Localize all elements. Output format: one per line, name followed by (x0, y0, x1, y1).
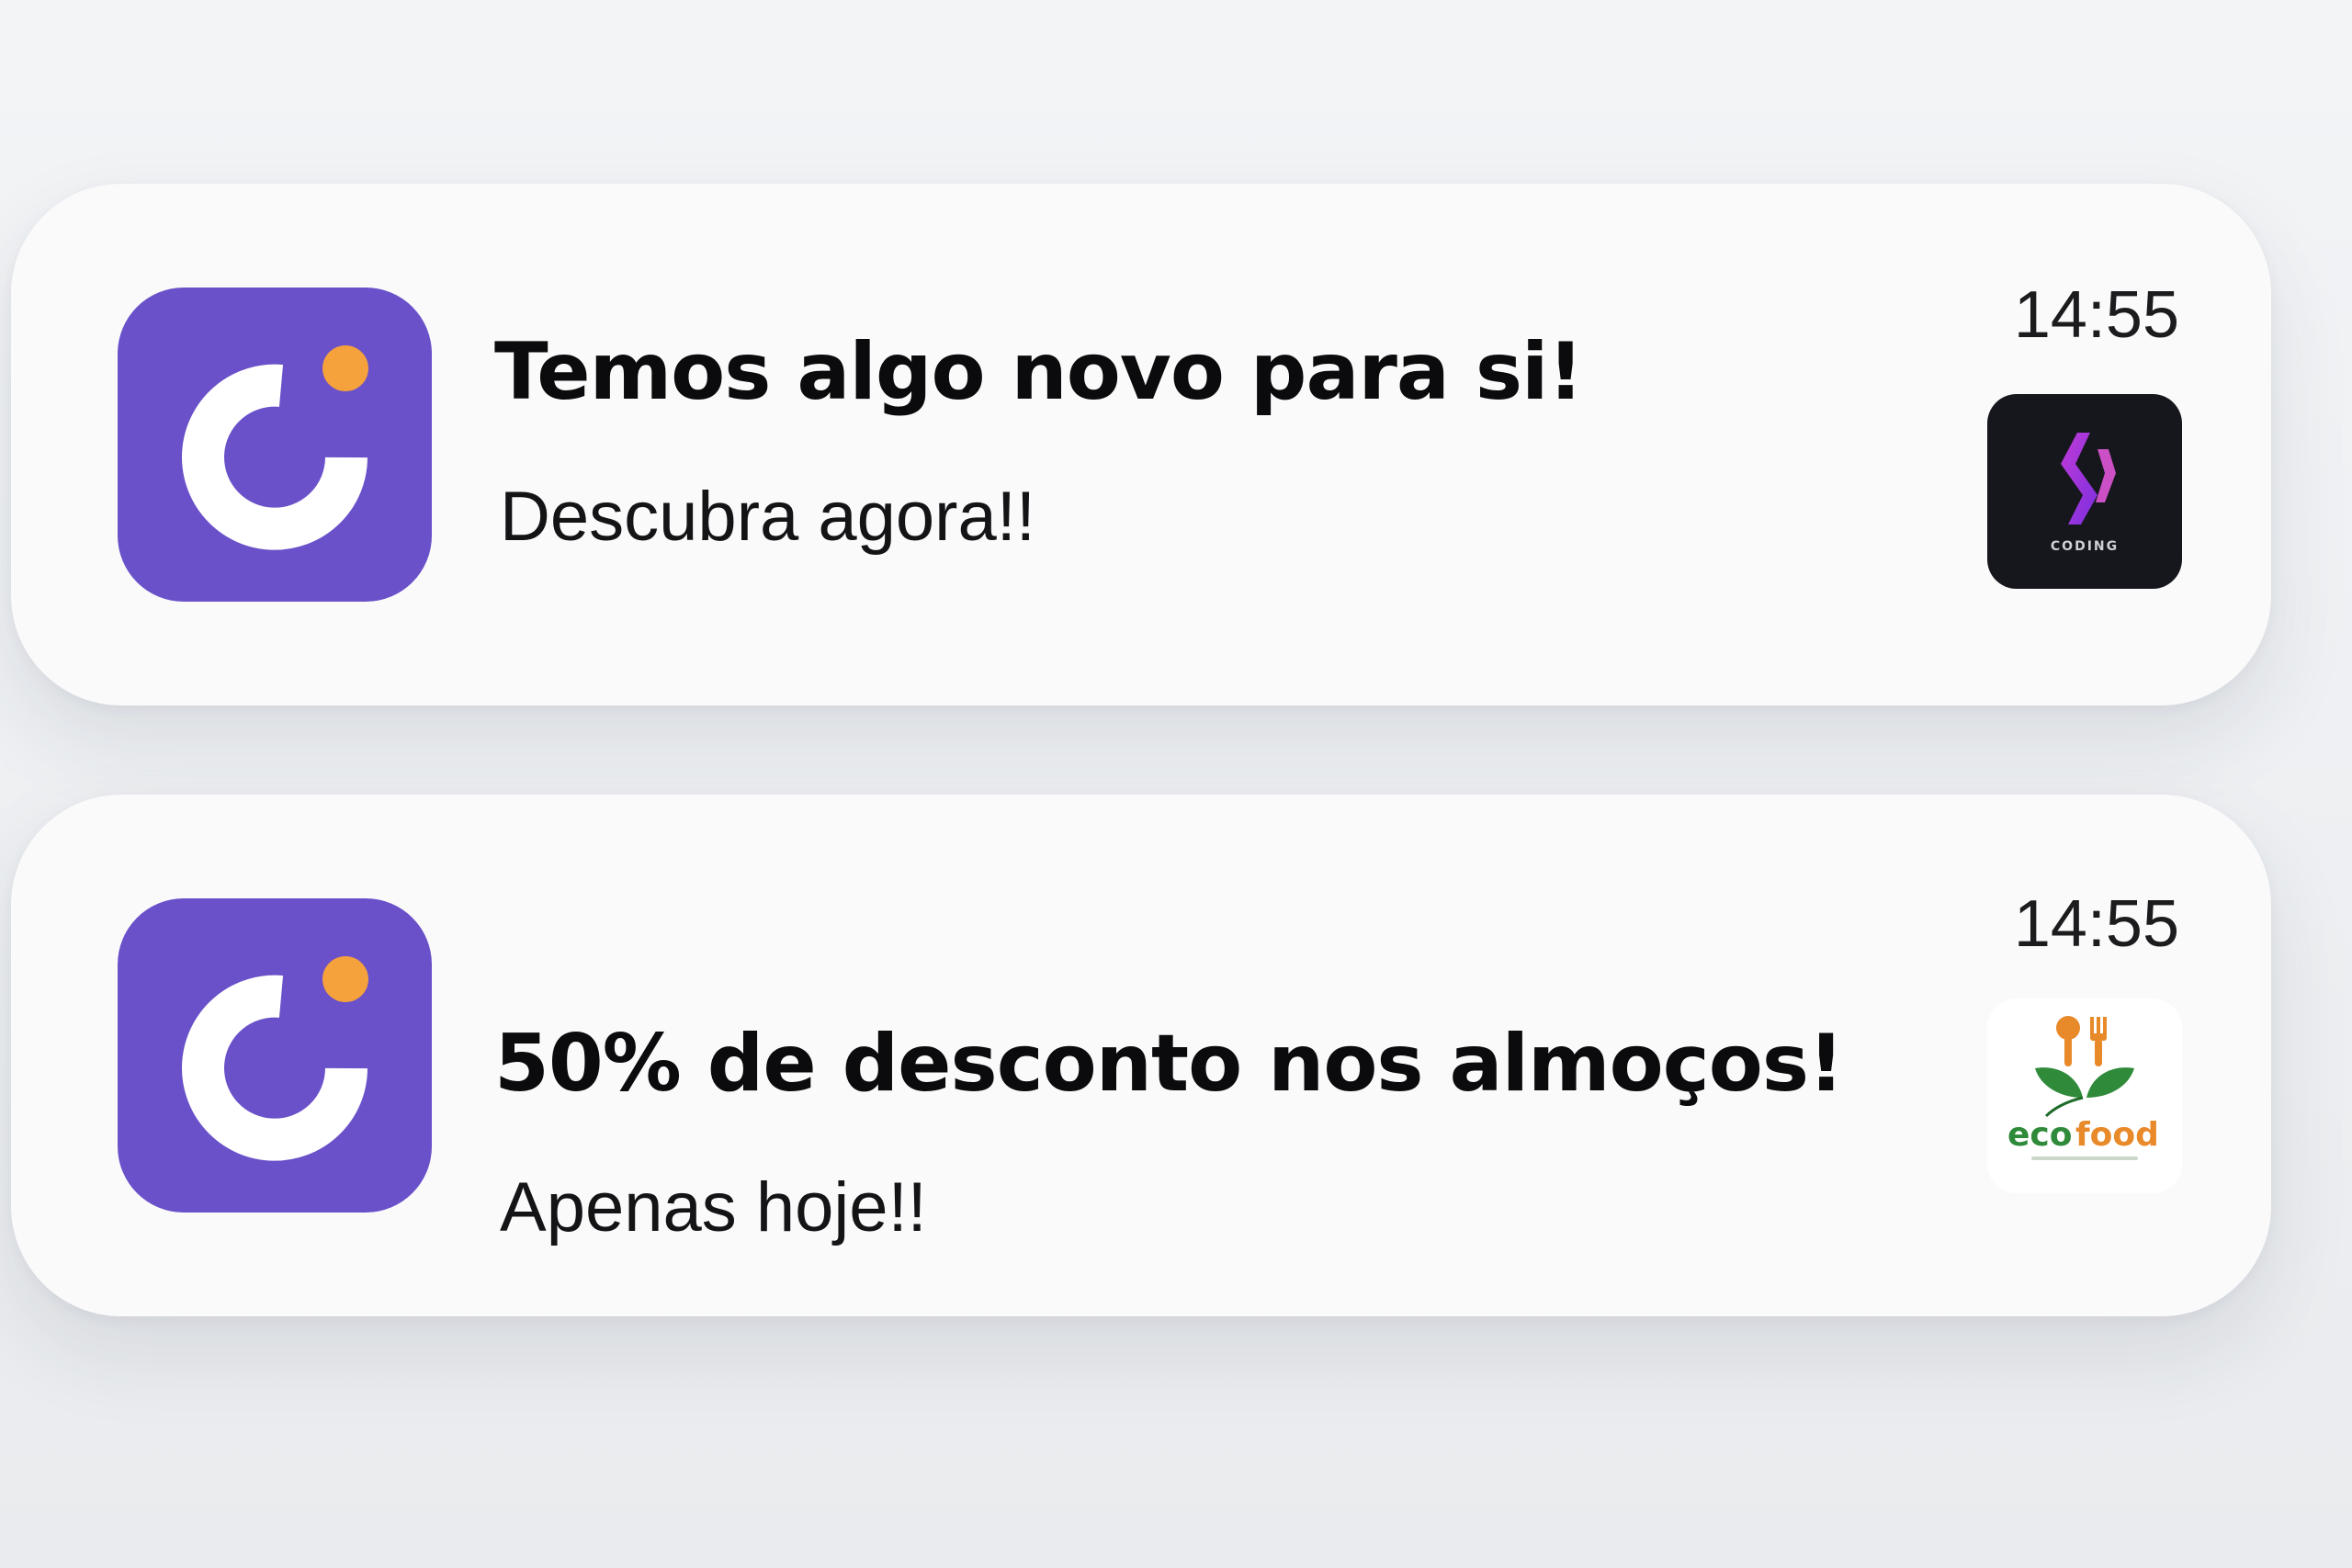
notification-card[interactable]: Temos algo novo para si! Descubra agora!… (11, 184, 2271, 705)
ecofood-caption-eco: eco (2007, 1116, 2073, 1154)
notification-card[interactable]: 50% de desconto nos almoços! Apenas hoje… (11, 795, 2271, 1316)
app-logo-icon (118, 898, 432, 1213)
notification-time: 14:55 (2013, 887, 2179, 961)
notification-title: Temos algo novo para si! (494, 326, 1584, 418)
notification-title: 50% de desconto nos almoços! (494, 1018, 1844, 1110)
notification-time: 14:55 (2013, 278, 2179, 352)
ecofood-caption-food: food (2075, 1116, 2159, 1154)
app-logo-icon (118, 288, 432, 602)
notification-body: Descubra agora!! (500, 478, 1035, 556)
notification-body: Apenas hoje!! (500, 1168, 927, 1247)
ecofood-logo-icon: eco food (1987, 998, 2182, 1193)
coding-logo-caption: CODING (2051, 539, 2119, 554)
coding-logo-icon: CODING (1987, 394, 2182, 589)
